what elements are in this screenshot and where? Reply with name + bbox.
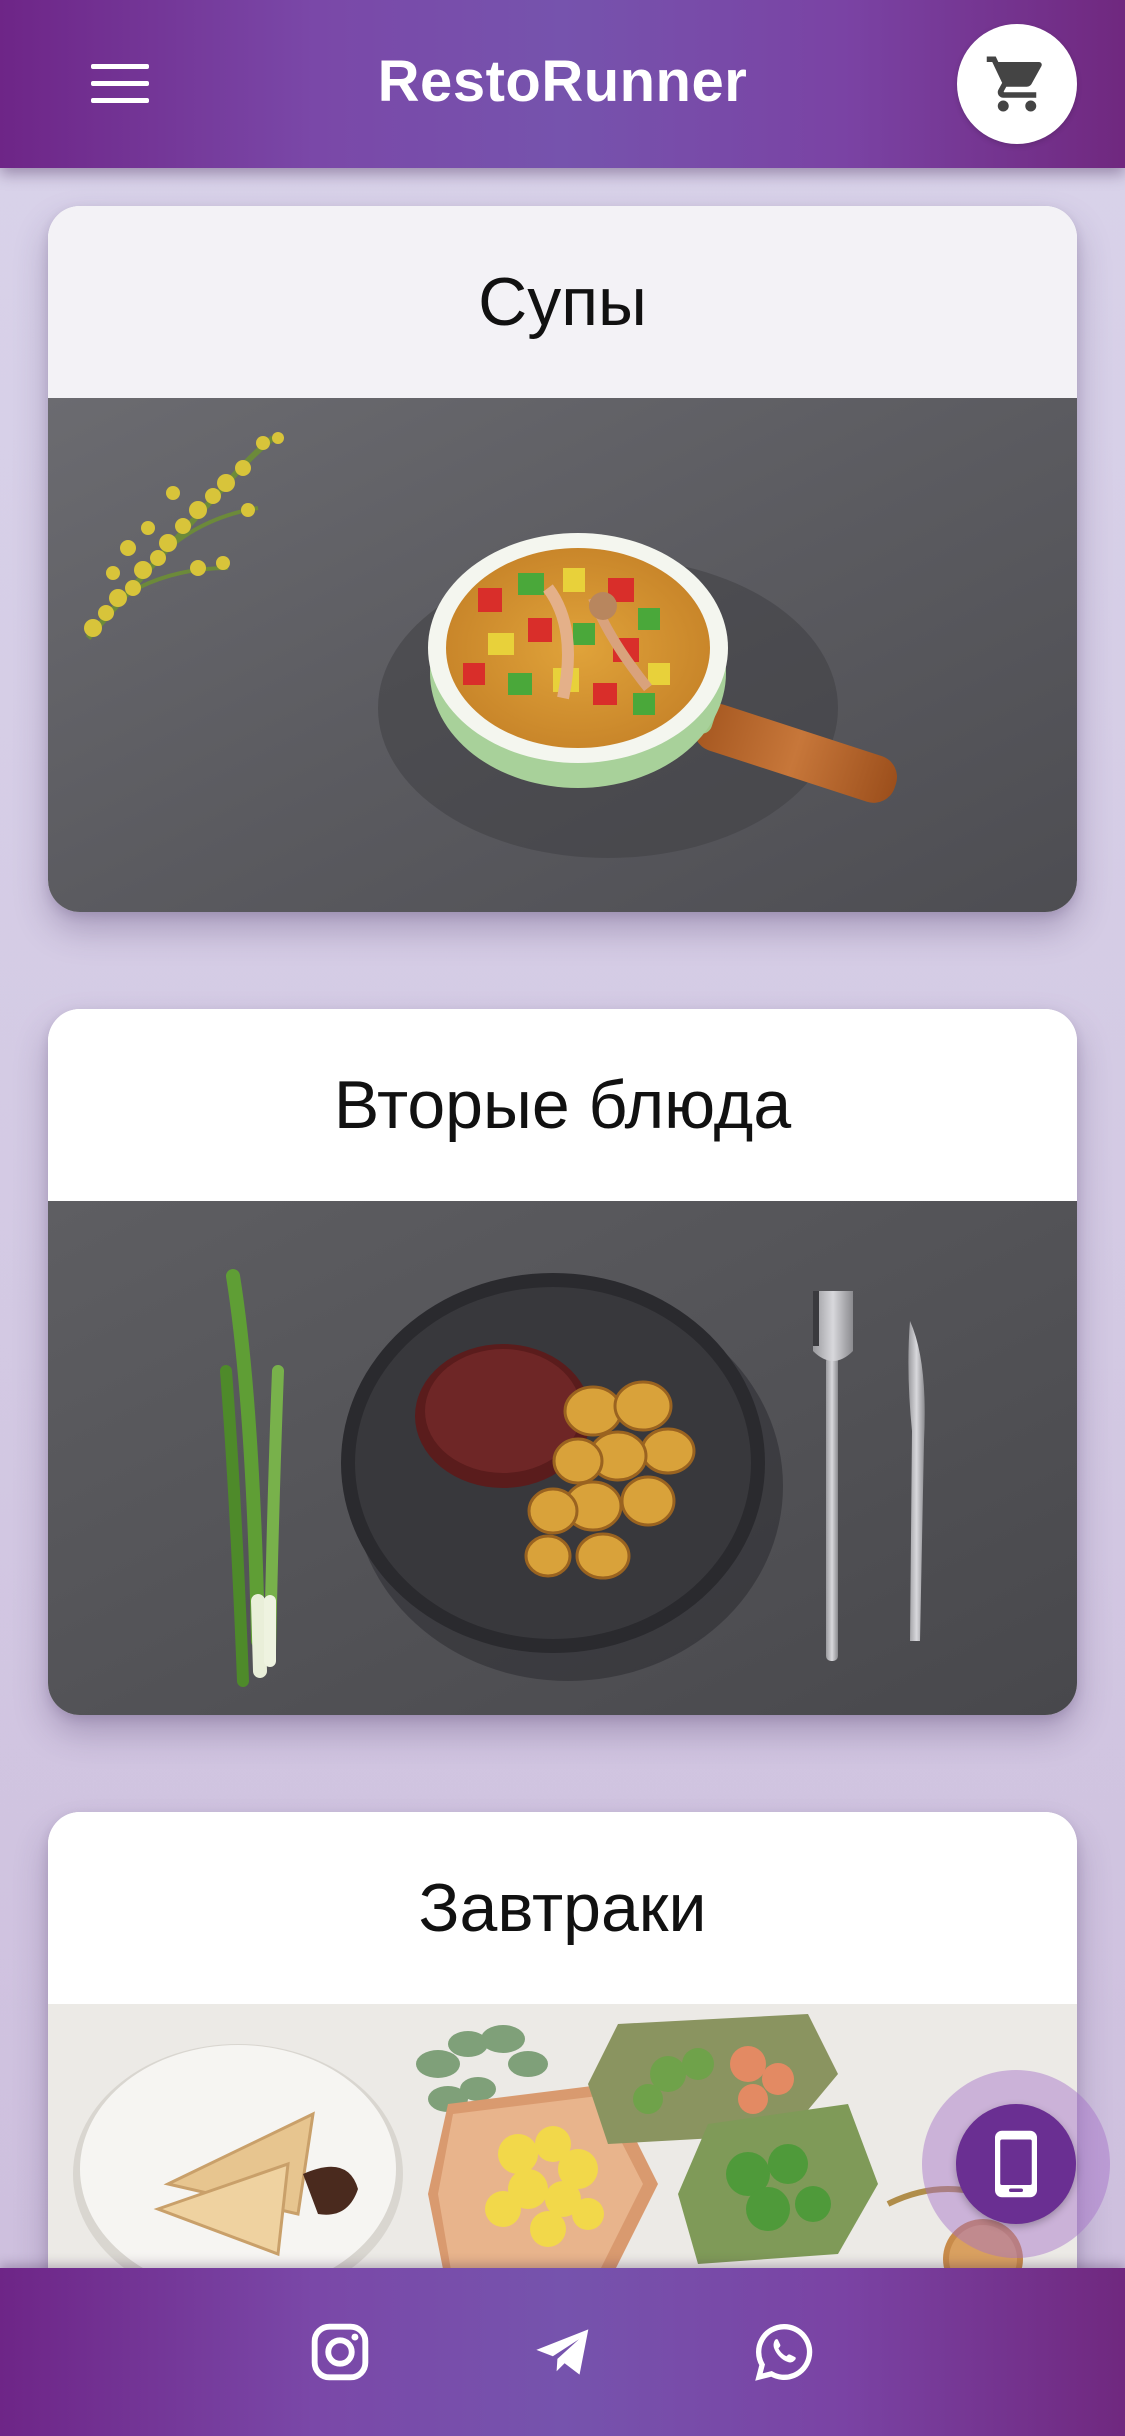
category-title: Вторые блюда <box>333 1067 792 1143</box>
main-course-photo <box>48 1201 1077 1715</box>
instagram-icon <box>311 2323 369 2381</box>
category-card-soups[interactable]: Супы <box>48 206 1077 912</box>
whatsapp-icon <box>755 2323 813 2381</box>
social-bar <box>0 2268 1125 2436</box>
telegram-link[interactable] <box>521 2310 605 2394</box>
cart-button[interactable] <box>957 24 1077 144</box>
cart-icon <box>986 56 1042 112</box>
telegram-icon <box>536 2329 589 2375</box>
card-header: Завтраки <box>48 1812 1077 2004</box>
card-header: Вторые блюда <box>48 1009 1077 1201</box>
card-header: Супы <box>48 206 1077 398</box>
top-app-bar: RestoRunner <box>0 0 1125 168</box>
category-card-main-courses[interactable]: Вторые блюда <box>48 1009 1077 1715</box>
phone-icon <box>995 2130 1037 2198</box>
whatsapp-link[interactable] <box>742 2310 826 2394</box>
instagram-link[interactable] <box>298 2310 382 2394</box>
soup-photo <box>48 398 1077 912</box>
category-title: Супы <box>478 264 647 340</box>
call-button[interactable] <box>956 2104 1076 2224</box>
category-title: Завтраки <box>418 1870 707 1946</box>
